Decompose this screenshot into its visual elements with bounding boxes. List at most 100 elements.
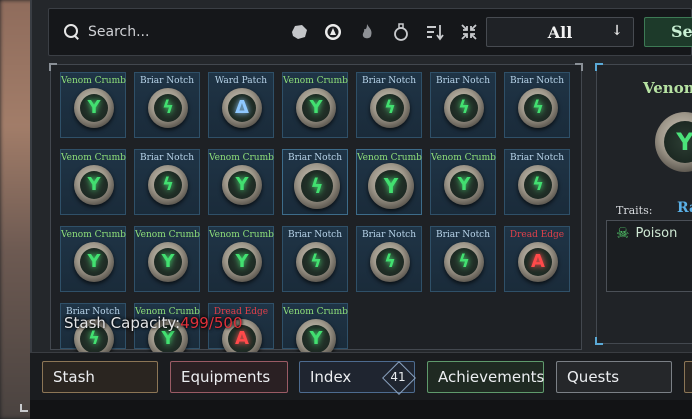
detail-item-title: Venom [643, 79, 692, 97]
item-slot[interactable]: Briar Notch ϟ [504, 72, 570, 138]
tab-more[interactable] [684, 361, 692, 393]
rune-glyph: ϟ [532, 174, 544, 195]
item-slot[interactable]: Venom Crumb Y [208, 149, 274, 215]
item-slot[interactable]: Venom Crumb Y [282, 72, 348, 138]
item-slot[interactable]: Dread Edge A [504, 226, 570, 292]
item-slot[interactable]: Venom Crumb Y [282, 303, 348, 359]
rune-icon: Y [74, 242, 114, 282]
item-slot[interactable]: Briar Notch ϟ [356, 226, 422, 292]
stash-capacity-label: Stash Capacity: [64, 314, 181, 332]
item-slot[interactable]: Briar Notch ϟ [282, 226, 348, 292]
item-name: Venom Crumb [135, 230, 200, 240]
detail-glyph: Y [664, 121, 692, 163]
stone-icon[interactable] [288, 21, 310, 43]
rune-icon: Y [222, 242, 262, 282]
rune-icon: Y [368, 163, 414, 209]
rune-icon: ϟ [518, 88, 558, 128]
sort-icon[interactable] [424, 21, 446, 43]
item-slot[interactable]: Venom Crumb Y [430, 149, 496, 215]
rune-glyph: Y [87, 251, 101, 272]
item-name: Briar Notch [361, 230, 417, 240]
tab-achievements[interactable]: Achievements [427, 361, 544, 393]
item-name: Venom Crumb [61, 76, 126, 86]
rune-icon: ϟ [370, 88, 410, 128]
frame-corner [20, 404, 28, 412]
panel-corner [595, 337, 603, 345]
tab-stash[interactable]: Stash [42, 361, 158, 393]
collapse-icon[interactable] [458, 21, 480, 43]
search-input[interactable] [88, 24, 268, 40]
trait-name: Poison [635, 225, 678, 241]
rune-icon: ϟ [148, 165, 188, 205]
item-slot[interactable]: Briar Notch ϟ [430, 226, 496, 292]
rune-icon: Y [444, 165, 484, 205]
rune-glyph: Y [383, 174, 399, 198]
item-name: Briar Notch [287, 230, 343, 240]
item-slot[interactable]: Briar Notch ϟ [134, 149, 200, 215]
rune-glyph: Y [457, 174, 471, 195]
tab-quests[interactable]: Quests [556, 361, 672, 393]
item-slot[interactable]: Briar Notch ϟ [134, 72, 200, 138]
item-name: Dread Edge [509, 230, 565, 240]
rune-icon: Y [296, 88, 336, 128]
rune-glyph: Y [309, 97, 323, 118]
rarity-value: Ra [677, 200, 692, 216]
item-name: Briar Notch [509, 76, 565, 86]
item-name: Venom Crumb [209, 153, 274, 163]
item-slot[interactable]: Briar Notch ϟ [504, 149, 570, 215]
item-name: Briar Notch [435, 76, 491, 86]
item-slot[interactable]: Briar Notch ϟ [356, 72, 422, 138]
item-name: Venom Crumb [209, 230, 274, 240]
rune-glyph: ϟ [310, 174, 324, 198]
item-name: Venom Crumb [283, 307, 348, 317]
item-slot[interactable]: Venom Crumb Y [356, 149, 422, 215]
flame-icon[interactable] [356, 21, 378, 43]
item-slot[interactable]: Briar Notch ϟ [430, 72, 496, 138]
rune-glyph: ϟ [384, 251, 396, 272]
stash-capacity: Stash Capacity:499/500 [64, 314, 243, 332]
potion-icon[interactable] [390, 21, 412, 43]
category-dropdown[interactable]: All ↓ [486, 17, 634, 47]
item-slot[interactable]: Venom Crumb Y [208, 226, 274, 292]
ward-rune-icon[interactable] [322, 21, 344, 43]
rune-icon: Y [148, 242, 188, 282]
search-button[interactable]: Se [644, 17, 692, 47]
rune-icon: Y [222, 165, 262, 205]
rune-glyph: ϟ [162, 174, 174, 195]
item-slot[interactable]: Briar Notch ϟ [282, 149, 348, 215]
search-icon [64, 24, 80, 40]
rune-glyph: ϟ [458, 97, 470, 118]
search-bar [54, 14, 284, 50]
item-name: Venom Crumb [283, 76, 348, 86]
item-name: Briar Notch [435, 230, 491, 240]
rune-glyph: Y [87, 97, 101, 118]
item-name: Venom Crumb [61, 153, 126, 163]
rune-icon: ϟ [444, 242, 484, 282]
rune-glyph: Y [161, 251, 175, 272]
rune-glyph: A [531, 251, 545, 272]
item-name: Briar Notch [139, 76, 195, 86]
skull-icon: ☠ [616, 224, 630, 242]
stash-capacity-value: 499/500 [180, 314, 243, 332]
item-slot[interactable]: Venom Crumb Y [60, 149, 126, 215]
dropdown-value: All [547, 22, 573, 42]
rune-glyph: Δ [235, 97, 249, 118]
rune-glyph: ϟ [162, 97, 174, 118]
item-name: Briar Notch [287, 153, 343, 163]
item-slot[interactable]: Venom Crumb Y [60, 226, 126, 292]
panel-corner [575, 63, 583, 71]
item-name: Ward Patch [214, 76, 268, 86]
item-slot[interactable]: Ward Patch Δ [208, 72, 274, 138]
rune-icon: Y [74, 165, 114, 205]
tab-equipments[interactable]: Equipments [170, 361, 288, 393]
item-name: Briar Notch [361, 76, 417, 86]
arrow-down-icon: ↓ [611, 23, 623, 39]
rune-icon: ϟ [296, 242, 336, 282]
rune-glyph: ϟ [458, 251, 470, 272]
item-slot[interactable]: Venom Crumb Y [60, 72, 126, 138]
filter-icon-group [288, 18, 480, 46]
index-count-badge: 41 [384, 365, 412, 389]
rune-icon: Δ [222, 88, 262, 128]
rune-icon: ϟ [294, 163, 340, 209]
item-slot[interactable]: Venom Crumb Y [134, 226, 200, 292]
